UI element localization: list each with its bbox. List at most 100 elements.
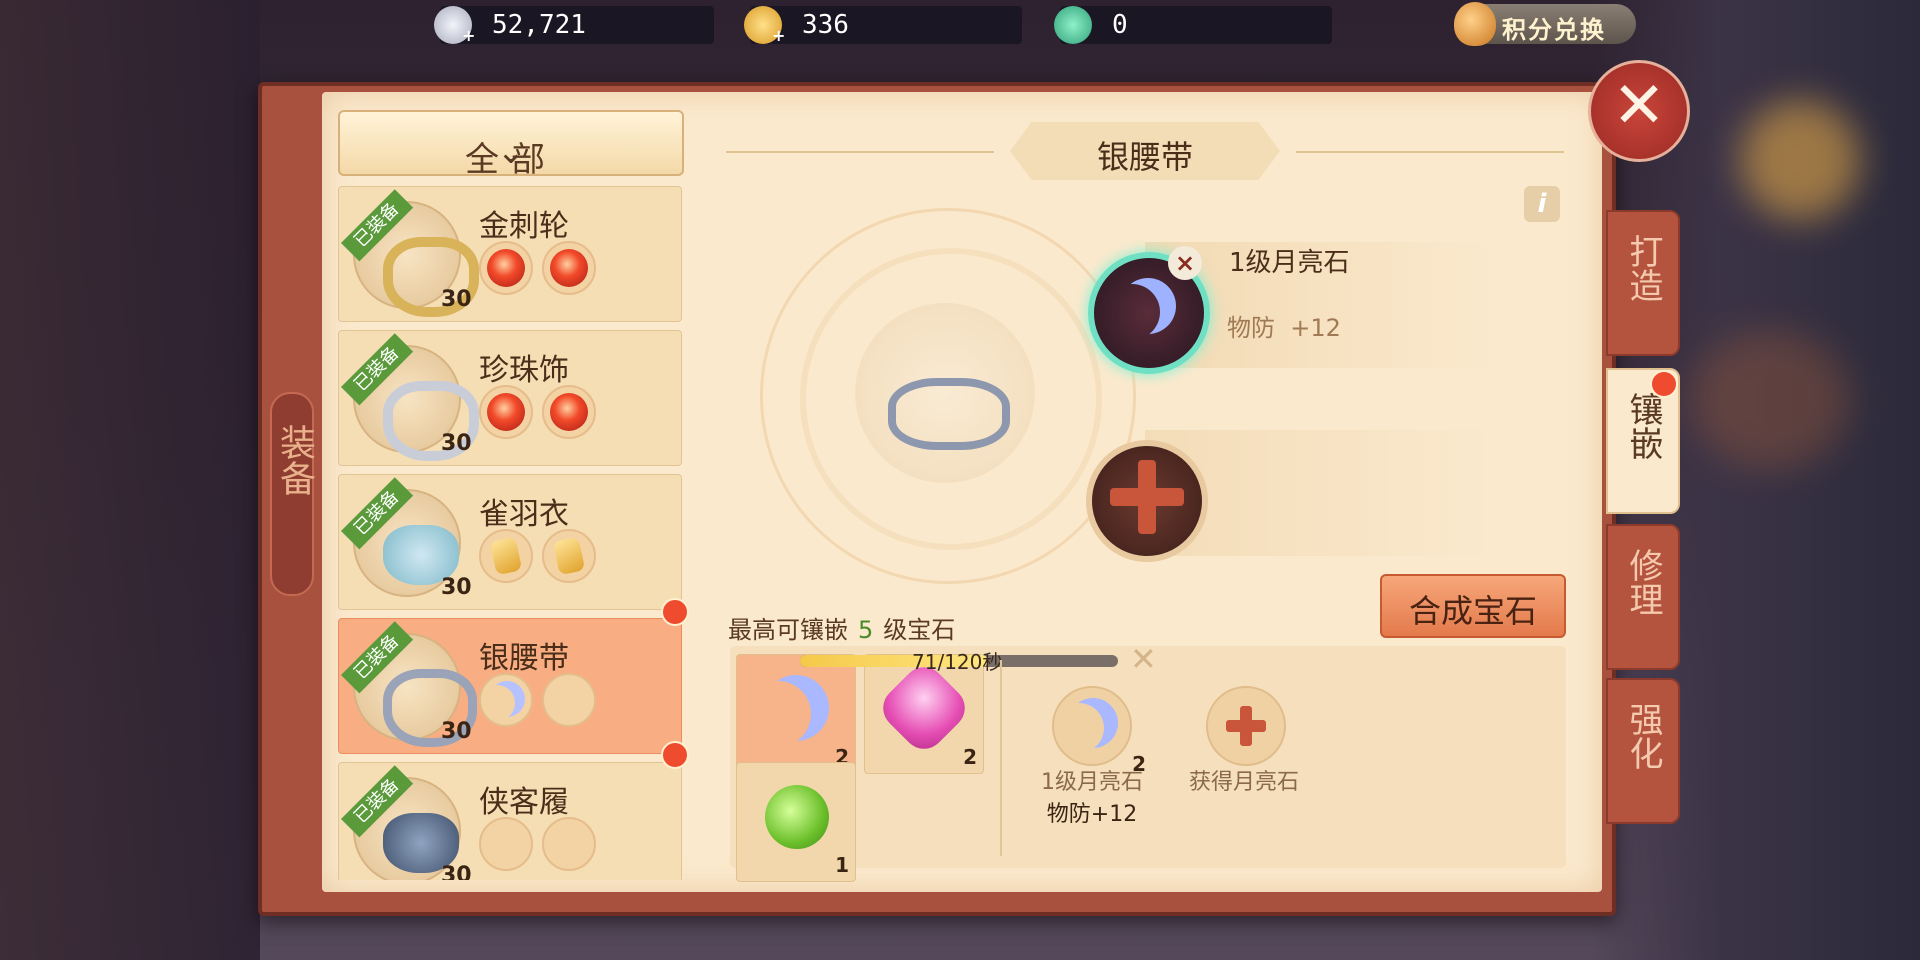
selected-gem-detail: 2 <box>1052 686 1146 776</box>
inventory-divider <box>1000 660 1002 856</box>
max-text-suffix: 级宝石 <box>883 616 956 644</box>
title-divider <box>726 151 994 153</box>
equipment-item[interactable]: 已装备 30 金刺轮 <box>338 186 682 322</box>
tab-label: 强化 <box>1623 702 1663 770</box>
inventory-slot[interactable]: 1 <box>736 762 856 882</box>
background-light <box>1740 100 1860 220</box>
max-gem-level-text: 最高可镶嵌 5 级宝石 <box>728 610 955 645</box>
equipment-level: 30 <box>441 575 472 600</box>
add-icon <box>1226 706 1266 746</box>
red-gem-icon <box>550 249 588 287</box>
side-label-text: 装备 <box>274 424 315 496</box>
close-icon: ✕ <box>1612 69 1666 143</box>
background-light <box>1690 330 1850 470</box>
moon-gem-icon <box>1120 278 1176 334</box>
inventory-slot-selected[interactable]: 2 <box>736 654 856 774</box>
moon-gem-icon <box>489 681 525 717</box>
currency-silver[interactable]: + 52,721 <box>434 6 714 45</box>
obtain-gem-button[interactable] <box>1206 686 1286 766</box>
gem-slot-empty <box>542 817 596 871</box>
currency-jade[interactable]: 0 <box>1054 6 1332 44</box>
selected-gem-stat: 物防+12 <box>1046 802 1138 827</box>
socket-gem-stat: 物防 +12 <box>1227 308 1341 343</box>
yellow-gem-icon <box>552 536 586 576</box>
gem-slot <box>479 673 533 727</box>
remove-gem-button[interactable]: × <box>1168 246 1202 280</box>
currency-value: 52,721 <box>492 10 586 40</box>
side-label-equipment: 装备 <box>270 392 315 596</box>
gem-slot <box>542 385 596 439</box>
gem-slot <box>542 529 596 583</box>
selected-gem-name: 1级月亮石 <box>1041 770 1143 795</box>
item-count: 1 <box>835 853 849 877</box>
money-bag-icon <box>1454 2 1496 46</box>
currency-value: 0 <box>1112 10 1128 40</box>
info-icon[interactable]: i <box>1524 186 1560 222</box>
title-divider <box>1296 151 1564 153</box>
tab-label: 镶嵌 <box>1623 392 1663 460</box>
gem-socket-empty[interactable] <box>1086 440 1208 562</box>
yellow-gem-icon <box>489 536 523 576</box>
green-gem-icon <box>765 785 829 849</box>
add-icon: + <box>772 26 786 45</box>
moon-gem-icon <box>1068 698 1118 748</box>
points-exchange-button[interactable]: 积分兑换 <box>1454 2 1636 46</box>
equipment-level: 30 <box>441 287 472 312</box>
equipment-level: 30 <box>441 431 472 456</box>
timer-close-icon[interactable]: ✕ <box>1130 640 1157 678</box>
red-gem-icon <box>487 249 525 287</box>
tab-enhance[interactable]: 强化 <box>1606 678 1680 824</box>
equipment-name: 银腰带 <box>479 641 569 676</box>
equipment-list[interactable]: 已装备 30 金刺轮 已装备 30 珍珠饰 已装备 30 雀羽衣 已装备 30 … <box>338 186 683 880</box>
equipment-level: 30 <box>441 719 472 744</box>
red-gem-icon <box>550 393 588 431</box>
equipment-item[interactable]: 已装备 30 雀羽衣 <box>338 474 682 610</box>
currency-value: 336 <box>802 10 849 40</box>
equipment-item[interactable]: 已装备 30 侠客履 <box>338 762 682 880</box>
timer-text: 71/120秒 <box>912 650 1003 674</box>
tab-label: 打造 <box>1623 234 1663 302</box>
socket-gem-stat-value: +12 <box>1290 314 1341 342</box>
chevron-down-icon: ⌄ <box>496 132 526 172</box>
tab-repair[interactable]: 修理 <box>1606 524 1680 670</box>
socket-gem-name: 1级月亮石 <box>1229 248 1350 278</box>
gem-slot <box>479 241 533 295</box>
equipment-title-text: 银腰带 <box>1096 138 1193 176</box>
equipment-title: 银腰带 <box>1010 122 1280 180</box>
moon-gem-icon <box>763 675 829 741</box>
equipment-item[interactable]: 已装备 30 珍珠饰 <box>338 330 682 466</box>
max-gem-level: 5 <box>858 616 874 644</box>
max-text-prefix: 最高可镶嵌 <box>728 616 848 644</box>
gem-slot <box>542 241 596 295</box>
jade-icon <box>1054 6 1092 44</box>
item-count: 2 <box>963 745 977 769</box>
equipment-level: 30 <box>441 863 472 880</box>
equipment-name: 金刺轮 <box>479 209 569 244</box>
add-gem-icon <box>1110 460 1184 534</box>
gem-slot-empty <box>479 817 533 871</box>
tab-label: 修理 <box>1623 548 1663 616</box>
silver-belt-icon <box>888 378 1010 450</box>
add-icon: + <box>462 26 476 45</box>
red-gem-icon <box>487 393 525 431</box>
gem-slot <box>479 529 533 583</box>
socket-gem-stat-label: 物防 <box>1227 314 1275 342</box>
close-button[interactable]: ✕ <box>1588 60 1690 162</box>
equipment-name: 侠客履 <box>479 785 569 820</box>
gem-slot <box>479 385 533 439</box>
obtain-gem-label: 获得月亮石 <box>1188 770 1299 795</box>
background-left <box>0 0 260 960</box>
notification-dot <box>661 741 689 769</box>
points-exchange-label: 积分兑换 <box>1502 16 1606 44</box>
compose-gem-label: 合成宝石 <box>1408 592 1537 630</box>
notification-dot <box>1650 370 1678 398</box>
notification-dot <box>661 598 689 626</box>
equipment-name: 珍珠饰 <box>479 353 569 388</box>
compose-gem-button[interactable]: 合成宝石 <box>1380 574 1566 638</box>
equipment-name: 雀羽衣 <box>479 497 569 532</box>
gem-slot-empty <box>542 673 596 727</box>
tab-forge[interactable]: 打造 <box>1606 210 1680 356</box>
equipment-item-selected[interactable]: 已装备 30 银腰带 <box>338 618 682 754</box>
currency-gold[interactable]: + 336 <box>744 6 1022 45</box>
filter-dropdown[interactable]: 全部 ⌄ <box>338 110 684 180</box>
